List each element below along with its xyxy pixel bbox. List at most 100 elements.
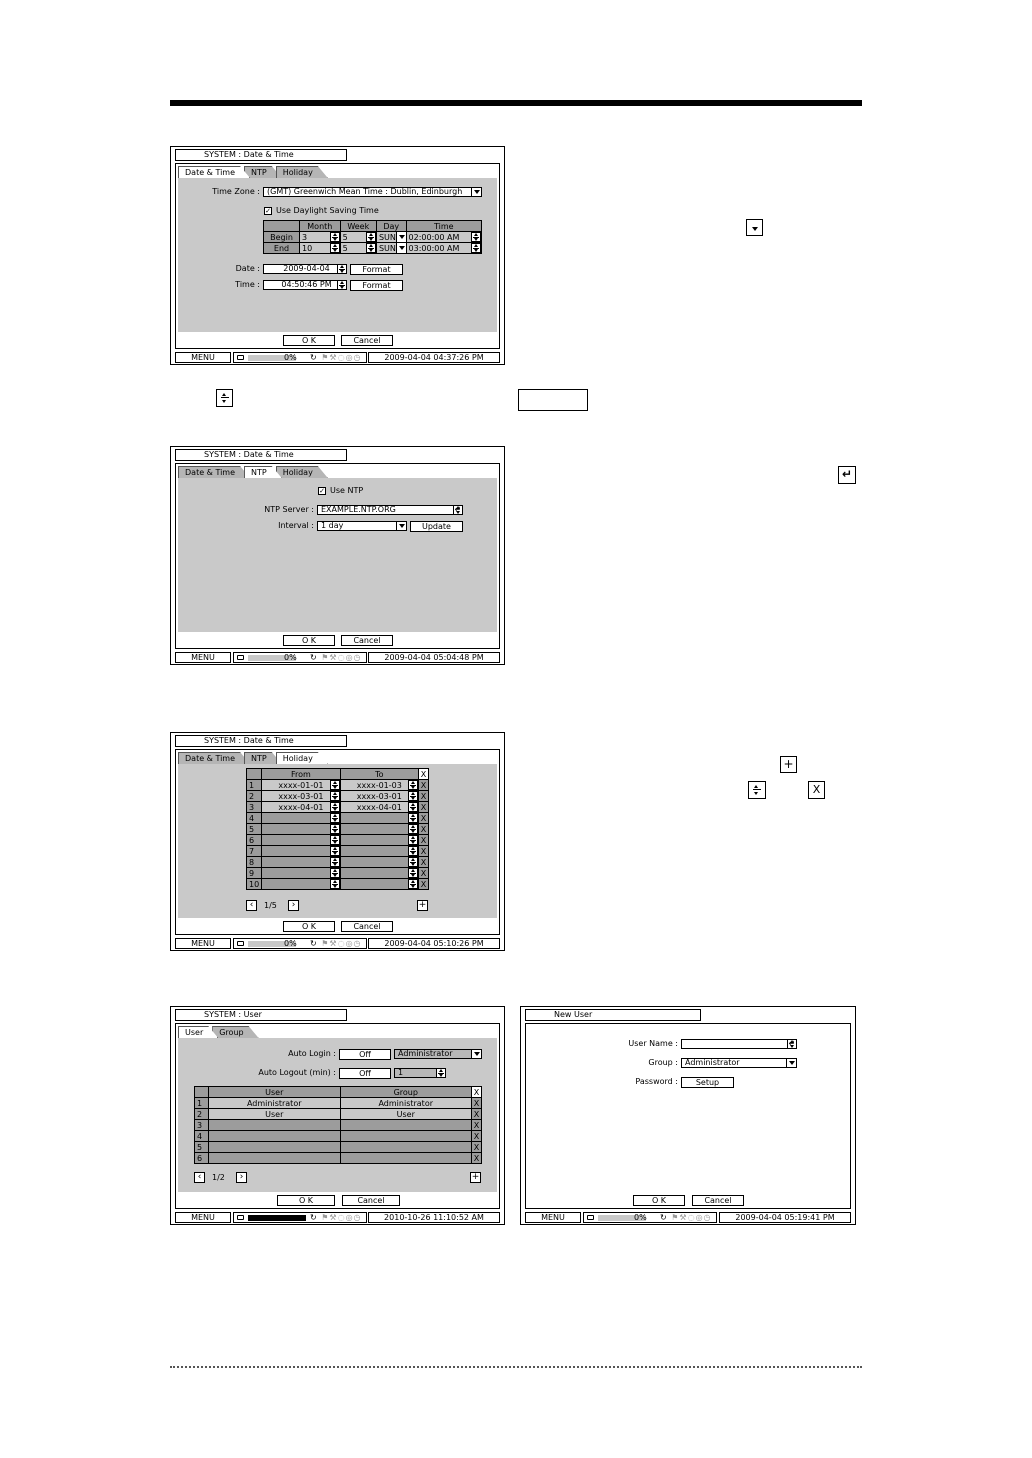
holiday-from-field[interactable] [261, 856, 341, 868]
holiday-to-field[interactable] [339, 845, 420, 857]
tab-date-time[interactable]: Date & Time [178, 466, 250, 478]
holiday-from-field[interactable] [261, 823, 341, 835]
spinner-icon[interactable] [329, 780, 340, 790]
dst-day-field[interactable]: SUN [375, 242, 407, 254]
next-page-button[interactable]: › [236, 1172, 247, 1183]
tab-holiday[interactable]: Holiday [276, 752, 328, 764]
user-name-input[interactable]: ↵ [681, 1039, 797, 1049]
holiday-to-field[interactable]: xxxx-04-01 [339, 801, 420, 813]
delete-row-button[interactable]: X [471, 1108, 482, 1120]
holiday-from-field[interactable] [261, 834, 341, 846]
ok-button[interactable]: O K [283, 335, 335, 346]
spinner-icon[interactable] [329, 802, 340, 812]
spinner-icon[interactable] [337, 281, 346, 289]
prev-page-button[interactable]: ‹ [246, 900, 257, 911]
chevron-down-icon[interactable] [471, 188, 481, 196]
menu-button[interactable]: MENU [175, 1212, 231, 1223]
spinner-icon[interactable] [436, 1069, 445, 1077]
ok-button[interactable]: O K [633, 1195, 685, 1206]
chevron-down-icon[interactable] [395, 243, 406, 253]
tab-date-time[interactable]: Date & Time [178, 166, 250, 178]
delete-row-button[interactable]: X [418, 823, 429, 835]
update-button[interactable]: Update [410, 521, 463, 532]
delete-row-button[interactable]: X [418, 878, 429, 890]
table-row[interactable]: 2 User User X [194, 1108, 482, 1120]
spinner-icon[interactable] [329, 857, 340, 867]
delete-row-button[interactable]: X [418, 856, 429, 868]
spinner-icon[interactable] [365, 243, 376, 253]
holiday-from-field[interactable]: xxxx-03-01 [261, 790, 341, 802]
holiday-to-field[interactable] [339, 856, 420, 868]
auto-login-user-select[interactable]: Administrator [394, 1049, 482, 1059]
spinner-icon[interactable] [329, 813, 340, 823]
spinner-icon[interactable] [408, 780, 418, 790]
holiday-from-field[interactable] [261, 867, 341, 879]
cancel-button[interactable]: Cancel [342, 1195, 400, 1206]
auto-logout-minutes[interactable]: 1 [394, 1068, 446, 1078]
delete-row-button[interactable]: X [418, 801, 429, 813]
dst-month-field[interactable]: 3 [299, 231, 341, 243]
time-field[interactable]: 04:50:46 PM [263, 280, 347, 290]
menu-button[interactable]: MENU [175, 938, 231, 949]
spinner-icon[interactable] [365, 232, 376, 242]
auto-login-toggle[interactable]: Off [339, 1049, 391, 1060]
delete-row-button[interactable]: X [471, 1152, 482, 1164]
spinner-icon[interactable] [329, 791, 340, 801]
delete-row-button[interactable]: X [418, 812, 429, 824]
dst-time-field[interactable]: 02:00:00 AM [405, 231, 483, 243]
spinner-icon[interactable] [408, 846, 418, 856]
cancel-button[interactable]: Cancel [692, 1195, 744, 1206]
prev-page-button[interactable]: ‹ [194, 1172, 205, 1183]
holiday-to-field[interactable] [339, 878, 420, 890]
holiday-to-field[interactable]: xxxx-03-01 [339, 790, 420, 802]
tab-holiday[interactable]: Holiday [276, 466, 328, 478]
spinner-icon[interactable] [408, 824, 418, 834]
dst-time-field[interactable]: 03:00:00 AM [405, 242, 483, 254]
spinner-icon[interactable] [408, 879, 418, 889]
spinner-icon[interactable] [329, 232, 340, 242]
holiday-from-field[interactable] [261, 878, 341, 890]
chevron-down-icon[interactable] [396, 522, 406, 530]
delete-row-button[interactable]: X [418, 845, 429, 857]
menu-button[interactable]: MENU [175, 652, 231, 663]
delete-row-button[interactable]: X [471, 1130, 482, 1142]
ntp-server-input[interactable]: EXAMPLE.NTP.ORG ↵ [317, 505, 463, 515]
spinner-icon[interactable] [329, 846, 340, 856]
table-row[interactable]: 6X [194, 1152, 482, 1164]
spinner-icon[interactable] [408, 802, 418, 812]
delete-row-button[interactable]: X [418, 867, 429, 879]
spinner-icon[interactable] [329, 868, 340, 878]
chevron-down-icon[interactable] [786, 1059, 796, 1067]
spinner-icon[interactable] [471, 232, 481, 242]
menu-button[interactable]: MENU [175, 352, 231, 363]
next-page-button[interactable]: › [288, 900, 299, 911]
spinner-icon[interactable] [408, 791, 418, 801]
group-select[interactable]: Administrator [681, 1058, 797, 1068]
table-row[interactable]: 4X [194, 1130, 482, 1142]
menu-button[interactable]: MENU [525, 1212, 581, 1223]
spinner-icon[interactable] [337, 265, 346, 273]
cancel-button[interactable]: Cancel [341, 335, 393, 346]
tab-holiday[interactable]: Holiday [276, 166, 328, 178]
date-field[interactable]: 2009-04-04 [263, 264, 347, 274]
spinner-icon[interactable] [329, 835, 340, 845]
holiday-to-field[interactable] [339, 823, 420, 835]
use-ntp-checkbox[interactable]: ✓ [318, 487, 326, 495]
delete-row-button[interactable]: X [418, 834, 429, 846]
spinner-icon[interactable] [408, 857, 418, 867]
interval-select[interactable]: 1 day [317, 521, 407, 531]
spinner-icon[interactable] [471, 243, 481, 253]
spinner-icon[interactable] [329, 824, 340, 834]
dst-day-field[interactable]: SUN [375, 231, 407, 243]
tab-user[interactable]: User [178, 1026, 218, 1038]
holiday-to-field[interactable]: xxxx-01-03 [339, 779, 420, 791]
table-row[interactable]: 1 Administrator Administrator X [194, 1097, 482, 1109]
cancel-button[interactable]: Cancel [341, 921, 393, 932]
spinner-icon[interactable] [408, 813, 418, 823]
dst-week-field[interactable]: 5 [339, 231, 377, 243]
add-user-button[interactable]: + [470, 1172, 481, 1183]
ok-button[interactable]: O K [283, 635, 335, 646]
add-holiday-button[interactable]: + [417, 900, 428, 911]
holiday-from-field[interactable]: xxxx-04-01 [261, 801, 341, 813]
spinner-icon[interactable] [329, 879, 340, 889]
